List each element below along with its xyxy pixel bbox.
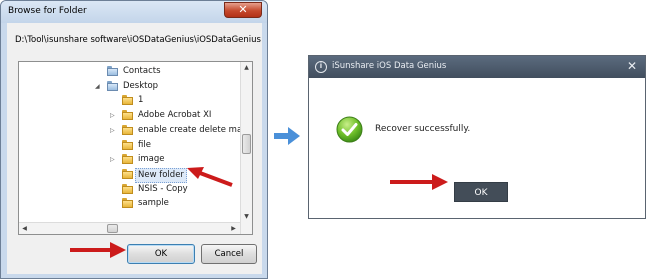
folder-icon [122,124,133,135]
expander-icon[interactable]: ◢ [95,80,104,93]
scroll-down-arrow-icon[interactable]: ▼ [241,211,252,222]
scroll-right-arrow-icon[interactable]: ▶ [228,223,239,234]
ok-button[interactable]: OK [127,244,195,264]
tree-item-label: enable create delete macros [138,124,253,135]
folder-icon [122,110,133,121]
browse-for-folder-dialog: Browse for Folder ✕ D:\Tool\isunshare so… [0,0,268,279]
tree-item-label: Desktop [123,80,159,91]
tree-item-label: image [138,154,165,165]
tree-item-label: 1 [138,95,144,106]
tree-item-label: NSIS - Copy [138,183,188,194]
tree-item[interactable]: Contacts [19,65,241,78]
red-arrow-to-isunshare-ok-icon [390,174,448,190]
success-check-icon [336,116,363,143]
expander-icon[interactable]: ▷ [110,109,119,122]
isunshare-ok-button[interactable]: OK [454,182,508,202]
tree-item[interactable]: ▷ Adobe Acrobat XI [19,109,241,122]
tree-item-label: New folder [135,167,187,183]
vertical-scrollbar[interactable]: ▲ ▼ [240,62,252,234]
cancel-button[interactable]: Cancel [201,244,257,264]
expander-icon[interactable]: ▷ [110,124,119,137]
tree-item-label: file [138,139,151,150]
close-button[interactable]: ✕ [224,2,262,18]
folder-icon [122,139,133,150]
isunshare-titlebar[interactable]: i iSunshare iOS Data Genius ✕ [309,56,645,78]
contacts-folder-icon [107,66,118,76]
isunshare-dialog: i iSunshare iOS Data Genius ✕ Recover su… [308,55,646,219]
selected-path-text: D:\Tool\isunshare software\iOSDataGenius… [15,35,261,45]
horizontal-scrollbar[interactable]: ◀ ▶ [19,222,240,234]
tree-item[interactable]: ▷ enable create delete macros [19,124,252,137]
tree-item-label: Contacts [123,66,161,76]
isunshare-logo-icon: i [315,61,327,73]
browse-dialog-body: D:\Tool\isunshare software\iOSDataGenius… [7,23,262,274]
folder-icon [122,183,133,194]
folder-icon [122,154,133,165]
scroll-left-arrow-icon[interactable]: ◀ [19,223,30,234]
vertical-scroll-thumb[interactable] [242,134,251,154]
tree-item-label: Adobe Acrobat XI [138,110,212,121]
folder-icon [122,168,133,179]
success-message: Recover successfully. [375,124,471,134]
browse-dialog-titlebar[interactable]: Browse for Folder ✕ [1,1,267,23]
scroll-up-arrow-icon[interactable]: ▲ [241,62,252,73]
isunshare-title: iSunshare iOS Data Genius [332,61,447,71]
blue-flow-arrow-icon [274,127,300,145]
isunshare-close-icon[interactable]: ✕ [627,59,637,73]
horizontal-scroll-thumb[interactable] [107,224,118,233]
tree-item[interactable]: 1 [19,94,241,107]
tree-item[interactable]: sample [19,197,241,210]
folder-icon [122,198,133,209]
desktop-folder-icon [107,80,118,91]
tree-item[interactable]: ◢ Desktop [19,80,241,93]
expander-icon[interactable]: ▷ [110,153,119,166]
red-arrow-to-ok-button-icon [70,242,126,258]
browse-dialog-title: Browse for Folder [8,6,87,16]
tree-item-label: sample [138,198,169,209]
folder-tree[interactable]: Contacts ◢ Desktop 1 ▷ Adobe Acrobat XI ▷ enabl… [18,61,253,235]
tree-item[interactable]: file [19,139,241,152]
red-arrow-to-new-folder-icon [187,167,233,187]
folder-icon [122,95,133,106]
